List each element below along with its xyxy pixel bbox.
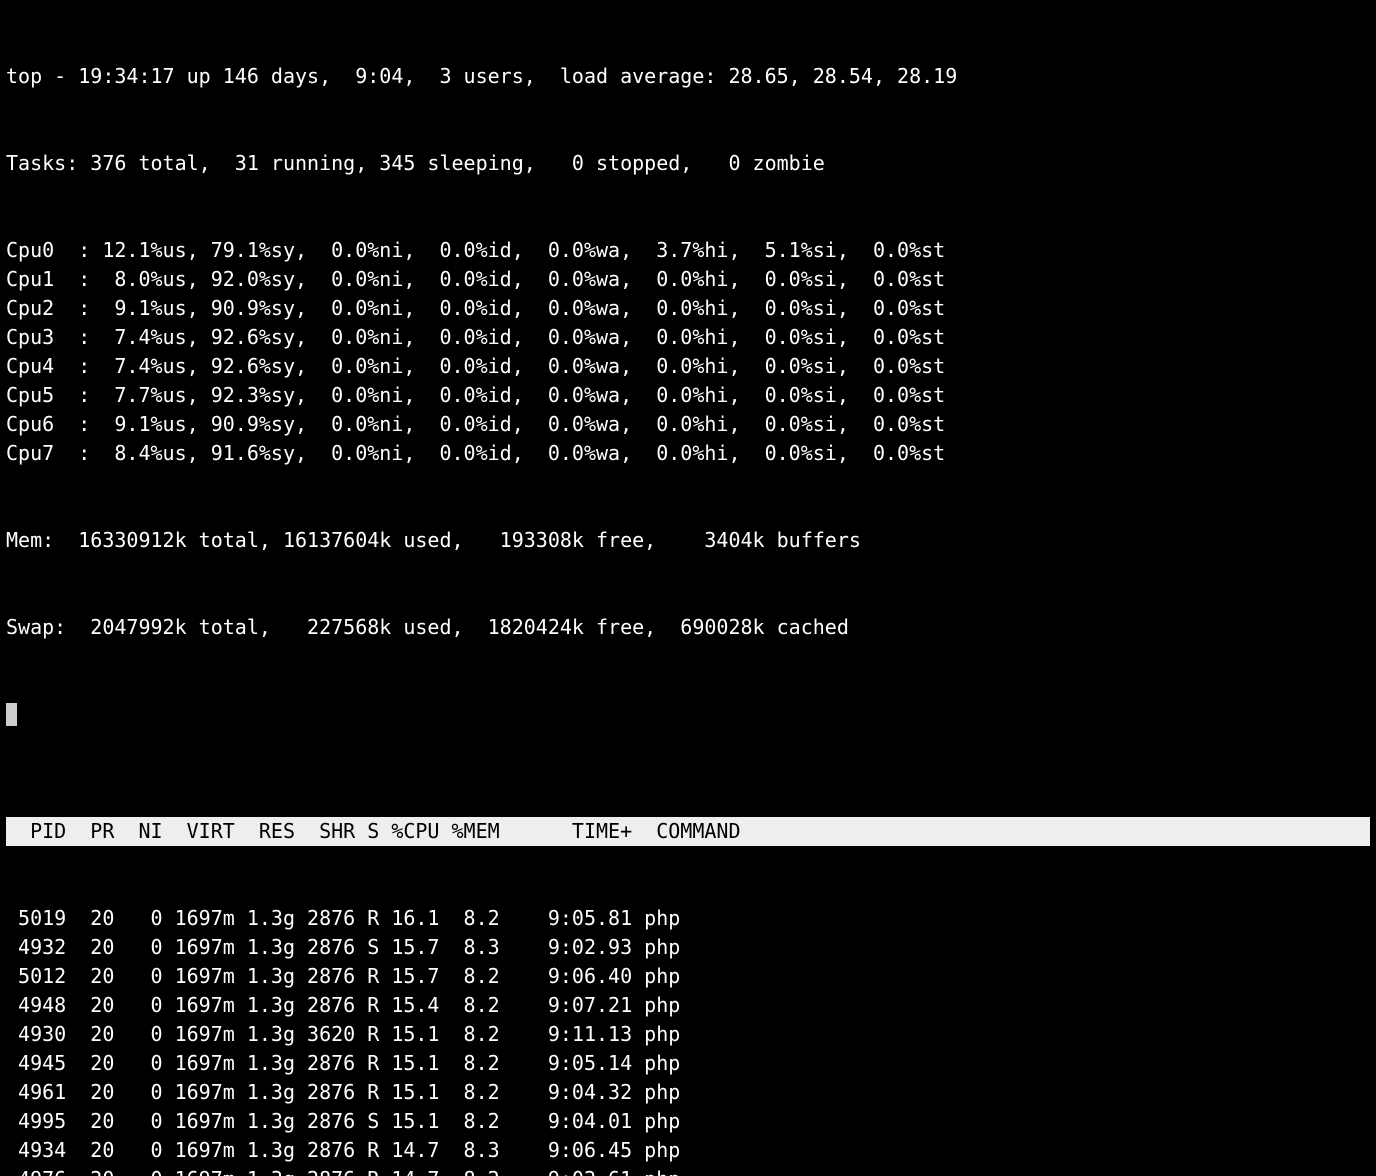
- cpu-summary-line: Cpu5 : 7.7%us, 92.3%sy, 0.0%ni, 0.0%id, …: [6, 381, 1370, 410]
- swap-summary-line: Swap: 2047992k total, 227568k used, 1820…: [6, 613, 1370, 642]
- process-row: 4976 20 0 1697m 1.3g 2876 R 14.7 8.2 9:0…: [6, 1165, 1370, 1176]
- mem-summary-line: Mem: 16330912k total, 16137604k used, 19…: [6, 526, 1370, 555]
- cpu-summary-line: Cpu4 : 7.4%us, 92.6%sy, 0.0%ni, 0.0%id, …: [6, 352, 1370, 381]
- process-row: 4930 20 0 1697m 1.3g 3620 R 15.1 8.2 9:1…: [6, 1020, 1370, 1049]
- process-row: 5019 20 0 1697m 1.3g 2876 R 16.1 8.2 9:0…: [6, 904, 1370, 933]
- cursor-icon: [6, 703, 17, 726]
- process-row: 4948 20 0 1697m 1.3g 2876 R 15.4 8.2 9:0…: [6, 991, 1370, 1020]
- process-row: 4995 20 0 1697m 1.3g 2876 S 15.1 8.2 9:0…: [6, 1107, 1370, 1136]
- process-row: 4961 20 0 1697m 1.3g 2876 R 15.1 8.2 9:0…: [6, 1078, 1370, 1107]
- terminal-screen[interactable]: top - 19:34:17 up 146 days, 9:04, 3 user…: [0, 0, 1376, 1176]
- top-summary-line: top - 19:34:17 up 146 days, 9:04, 3 user…: [6, 62, 1370, 91]
- cpu-summary-line: Cpu2 : 9.1%us, 90.9%sy, 0.0%ni, 0.0%id, …: [6, 294, 1370, 323]
- cpu-summary-line: Cpu1 : 8.0%us, 92.0%sy, 0.0%ni, 0.0%id, …: [6, 265, 1370, 294]
- cpu-summary-line: Cpu3 : 7.4%us, 92.6%sy, 0.0%ni, 0.0%id, …: [6, 323, 1370, 352]
- process-row: 4945 20 0 1697m 1.3g 2876 R 15.1 8.2 9:0…: [6, 1049, 1370, 1078]
- process-table-header: PID PR NI VIRT RES SHR S %CPU %MEM TIME+…: [6, 817, 1370, 846]
- cpu-summary-line: Cpu7 : 8.4%us, 91.6%sy, 0.0%ni, 0.0%id, …: [6, 439, 1370, 468]
- blank-line: [6, 700, 1370, 729]
- cpu-summary-line: Cpu0 : 12.1%us, 79.1%sy, 0.0%ni, 0.0%id,…: [6, 236, 1370, 265]
- process-row: 4932 20 0 1697m 1.3g 2876 S 15.7 8.3 9:0…: [6, 933, 1370, 962]
- tasks-summary-line: Tasks: 376 total, 31 running, 345 sleepi…: [6, 149, 1370, 178]
- process-row: 4934 20 0 1697m 1.3g 2876 R 14.7 8.3 9:0…: [6, 1136, 1370, 1165]
- process-row: 5012 20 0 1697m 1.3g 2876 R 15.7 8.2 9:0…: [6, 962, 1370, 991]
- cpu-summary-line: Cpu6 : 9.1%us, 90.9%sy, 0.0%ni, 0.0%id, …: [6, 410, 1370, 439]
